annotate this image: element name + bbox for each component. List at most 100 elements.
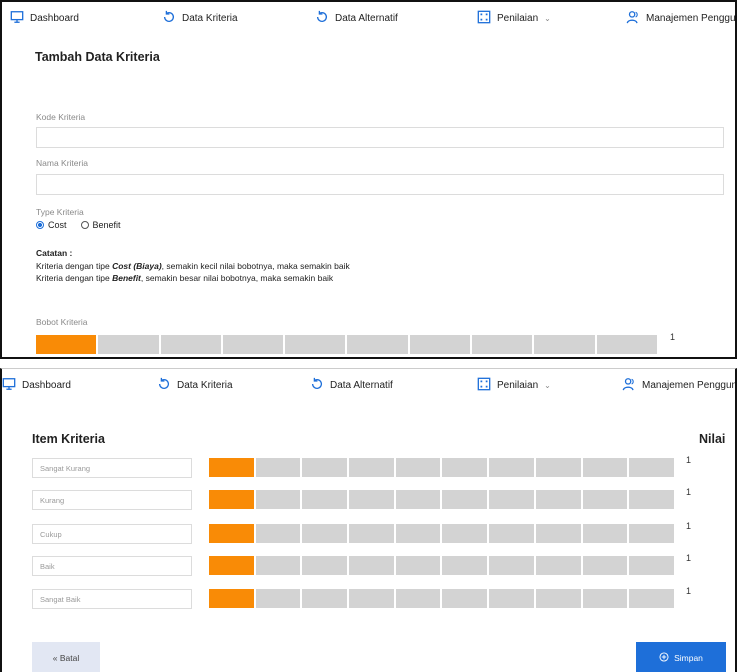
catatan-title: Catatan :	[36, 248, 73, 258]
batal-button[interactable]: « Batal	[32, 642, 100, 672]
item-slider-segment[interactable]	[629, 524, 674, 543]
bobot-slider-segment[interactable]	[596, 335, 657, 354]
item-slider-segment[interactable]	[209, 458, 254, 477]
item-slider-segment[interactable]	[629, 556, 674, 575]
item-kriteria-input[interactable]: Baik	[32, 556, 192, 576]
item-slider-segment[interactable]	[582, 490, 628, 509]
nama-kriteria-input[interactable]	[36, 174, 724, 195]
item-slider-segment[interactable]	[302, 524, 348, 543]
bobot-slider-segment[interactable]	[222, 335, 284, 354]
bobot-slider-segment[interactable]	[160, 335, 221, 354]
item-slider-segment[interactable]	[209, 556, 254, 575]
nav-dashboard[interactable]: Dashboard	[2, 377, 71, 394]
bobot-slider-segment[interactable]	[36, 335, 97, 354]
bobot-slider-segment[interactable]	[347, 335, 408, 354]
users-icon	[622, 377, 636, 394]
item-slider-segment[interactable]	[302, 458, 348, 477]
item-slider-segment[interactable]	[255, 490, 301, 509]
radio-cost-label: Cost	[48, 220, 67, 230]
item-slider-segment[interactable]	[209, 589, 254, 608]
item-nilai-slider[interactable]	[209, 556, 674, 575]
nav-data-kriteria[interactable]: Data Kriteria	[162, 10, 238, 27]
item-slider-segment[interactable]	[209, 524, 254, 543]
top-navbar: Dashboard Data Kriteria Data Alternatif …	[2, 2, 735, 32]
bobot-slider-segment[interactable]	[472, 335, 533, 354]
item-slider-segment[interactable]	[349, 490, 394, 509]
item-nilai-slider[interactable]	[209, 490, 674, 509]
item-slider-segment[interactable]	[582, 458, 628, 477]
nav-data-kriteria[interactable]: Data Kriteria	[157, 377, 233, 394]
nav-data-alternatif[interactable]: Data Alternatif	[310, 377, 393, 394]
radio-cost[interactable]: Cost	[36, 220, 67, 230]
item-nilai-slider[interactable]	[209, 524, 674, 543]
nav-manajemen-pengguna[interactable]: Manajemen Pengguna	[622, 377, 735, 394]
item-slider-segment[interactable]	[442, 589, 488, 608]
item-slider-segment[interactable]	[489, 589, 534, 608]
chevron-down-icon: ⌄	[544, 14, 551, 23]
simpan-label: Simpan	[674, 652, 703, 663]
item-kriteria-input[interactable]: Kurang	[32, 490, 192, 510]
item-slider-segment[interactable]	[395, 458, 441, 477]
item-slider-segment[interactable]	[349, 524, 394, 543]
bobot-slider-segment[interactable]	[534, 335, 595, 354]
item-slider-segment[interactable]	[349, 556, 394, 575]
item-slider-segment[interactable]	[395, 589, 441, 608]
item-nilai-slider[interactable]	[209, 458, 674, 477]
item-slider-segment[interactable]	[255, 556, 301, 575]
item-slider-segment[interactable]	[489, 556, 534, 575]
item-slider-segment[interactable]	[349, 589, 394, 608]
users-icon	[626, 10, 640, 27]
item-slider-segment[interactable]	[629, 458, 674, 477]
item-slider-segment[interactable]	[582, 524, 628, 543]
nama-kriteria-label: Nama Kriteria	[36, 158, 88, 168]
item-slider-segment[interactable]	[395, 490, 441, 509]
item-slider-segment[interactable]	[302, 490, 348, 509]
catatan-line-benefit: Kriteria dengan tipe Benefit, semakin be…	[36, 273, 334, 283]
item-slider-segment[interactable]	[489, 458, 534, 477]
item-kriteria-input[interactable]: Cukup	[32, 524, 192, 544]
item-slider-segment[interactable]	[209, 490, 254, 509]
nav-data-alternatif-label: Data Alternatif	[335, 13, 398, 24]
item-slider-segment[interactable]	[349, 458, 394, 477]
item-slider-segment[interactable]	[255, 458, 301, 477]
item-slider-segment[interactable]	[442, 458, 488, 477]
item-slider-segment[interactable]	[582, 589, 628, 608]
nav-penilaian[interactable]: Penilaian ⌄	[477, 10, 551, 27]
nav-manajemen-pengguna[interactable]: Manajemen Pengguna	[626, 10, 735, 27]
bobot-kriteria-slider[interactable]	[36, 335, 657, 354]
item-slider-segment[interactable]	[489, 524, 534, 543]
item-slider-segment[interactable]	[442, 556, 488, 575]
nav-penilaian[interactable]: Penilaian ⌄	[477, 377, 551, 394]
item-kriteria-input[interactable]: Sangat Kurang	[32, 458, 192, 478]
simpan-button[interactable]: Simpan	[636, 642, 726, 672]
item-slider-segment[interactable]	[535, 589, 581, 608]
item-slider-segment[interactable]	[302, 556, 348, 575]
radio-benefit-indicator[interactable]	[80, 221, 89, 229]
nav-dashboard[interactable]: Dashboard	[10, 10, 79, 27]
item-kriteria-input[interactable]: Sangat Baik	[32, 589, 192, 609]
item-slider-segment[interactable]	[395, 524, 441, 543]
item-nilai-slider[interactable]	[209, 589, 674, 608]
bobot-slider-segment[interactable]	[285, 335, 346, 354]
item-slider-segment[interactable]	[395, 556, 441, 575]
nav-data-alternatif[interactable]: Data Alternatif	[315, 10, 398, 27]
item-slider-segment[interactable]	[629, 589, 674, 608]
item-slider-segment[interactable]	[255, 589, 301, 608]
bobot-slider-segment[interactable]	[409, 335, 471, 354]
item-slider-segment[interactable]	[535, 458, 581, 477]
item-slider-segment[interactable]	[535, 556, 581, 575]
item-slider-segment[interactable]	[302, 589, 348, 608]
bobot-slider-segment[interactable]	[98, 335, 159, 354]
item-slider-segment[interactable]	[582, 556, 628, 575]
item-slider-segment[interactable]	[442, 524, 488, 543]
item-slider-segment[interactable]	[489, 490, 534, 509]
radio-benefit[interactable]: Benefit	[80, 220, 121, 230]
kode-kriteria-input[interactable]	[36, 127, 724, 148]
item-slider-segment[interactable]	[442, 490, 488, 509]
radio-cost-indicator[interactable]	[36, 221, 44, 229]
item-slider-segment[interactable]	[255, 524, 301, 543]
item-slider-segment[interactable]	[629, 490, 674, 509]
item-slider-segment[interactable]	[535, 490, 581, 509]
item-nilai-value: 1	[686, 487, 692, 497]
item-slider-segment[interactable]	[535, 524, 581, 543]
